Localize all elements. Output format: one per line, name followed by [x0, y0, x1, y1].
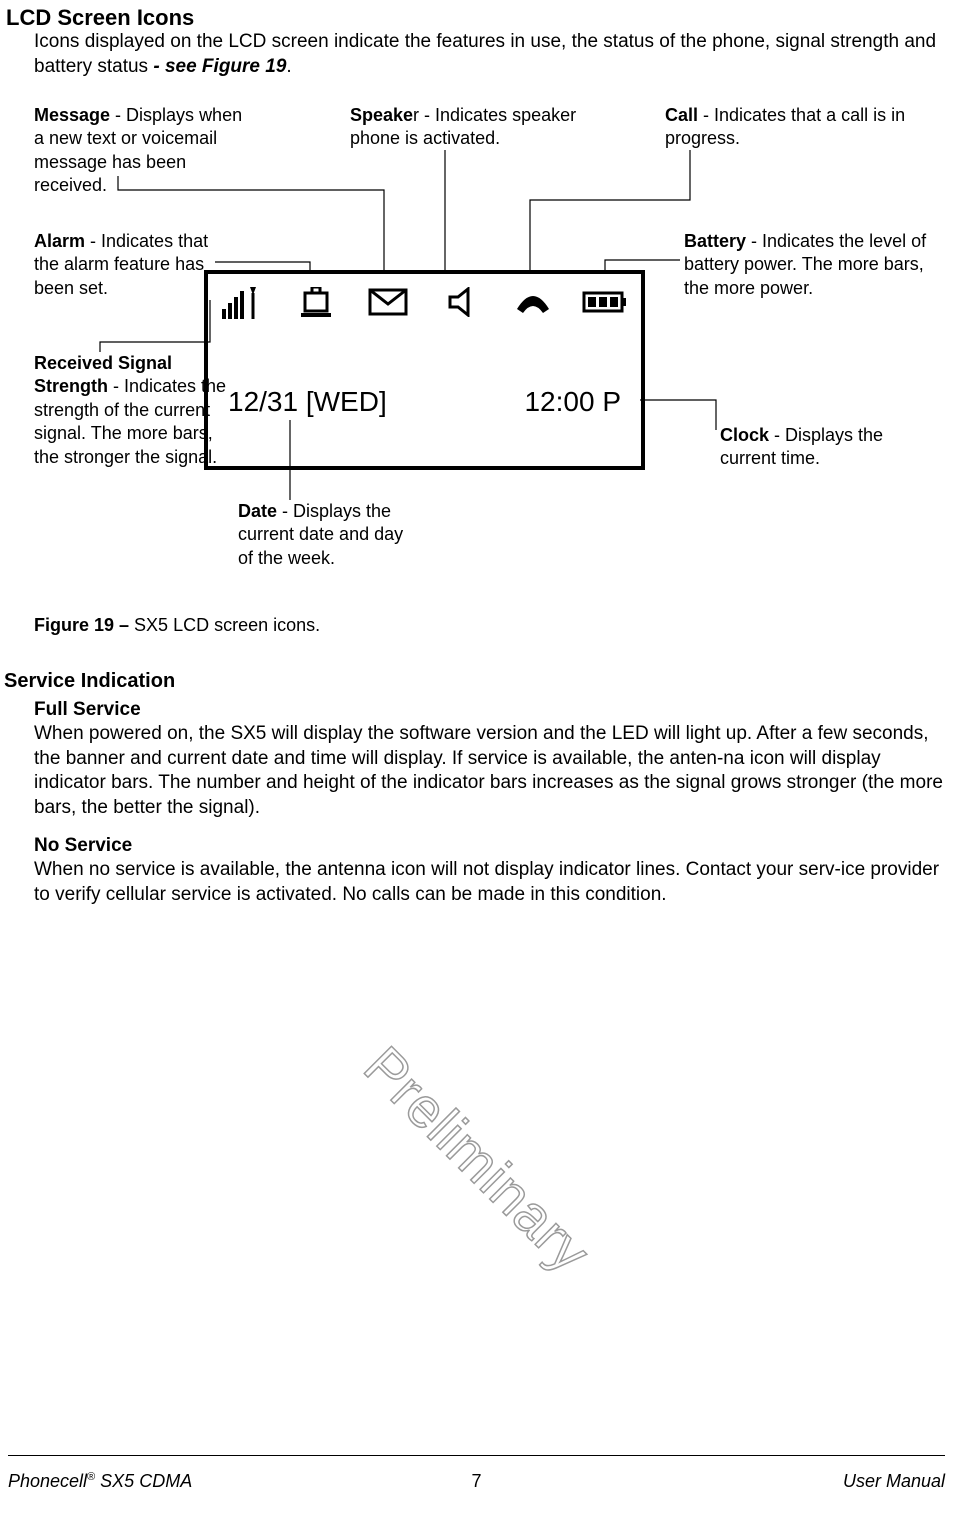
callout-message: Message - Displays when a new text or vo…: [34, 104, 244, 198]
page-number: 7: [471, 1470, 481, 1493]
heading-no-service: No Service: [34, 834, 132, 859]
battery-icon: [580, 282, 630, 322]
lcd-screen: 12/31 [WED] 12:00 P: [204, 270, 645, 470]
intro-text: Icons displayed on the LCD screen indica…: [34, 30, 944, 79]
call-icon: [508, 282, 558, 322]
callout-call: Call - Indicates that a call is in progr…: [665, 104, 945, 151]
intro-ref: - see Figure 19: [153, 56, 286, 77]
callout-clock: Clock - Displays the current time.: [720, 424, 920, 471]
signal-icon: [219, 282, 269, 322]
lcd-time-text: 12:00 P: [524, 384, 621, 420]
footer-right: User Manual: [843, 1470, 945, 1493]
intro-ref-suffix: .: [286, 56, 291, 77]
callout-alarm: Alarm - Indicates that the alarm feature…: [34, 230, 214, 300]
heading-lcd-icons: LCD Screen Icons: [6, 4, 194, 33]
body-full-service: When powered on, the SX5 will display th…: [34, 722, 944, 821]
watermark-preliminary: Preliminary: [348, 1031, 605, 1288]
message-icon: [363, 282, 413, 322]
figure-caption: Figure 19 – SX5 LCD screen icons.: [34, 614, 320, 637]
speaker-icon: [436, 282, 486, 322]
footer-left: Phonecell® SX5 CDMA: [8, 1470, 192, 1493]
heading-full-service: Full Service: [34, 698, 141, 723]
lcd-date-text: 12/31 [WED]: [228, 384, 387, 420]
callout-speaker: Speaker - Indicates speaker phone is act…: [350, 104, 580, 151]
callout-date: Date - Displays the current date and day…: [238, 500, 418, 570]
footer-rule: [8, 1455, 945, 1456]
lcd-icon-bar: [208, 280, 641, 324]
body-no-service: When no service is available, the antenn…: [34, 858, 944, 907]
alarm-icon: [291, 282, 341, 322]
callout-battery: Battery - Indicates the level of battery…: [684, 230, 944, 300]
heading-service-indication: Service Indication: [4, 668, 175, 694]
